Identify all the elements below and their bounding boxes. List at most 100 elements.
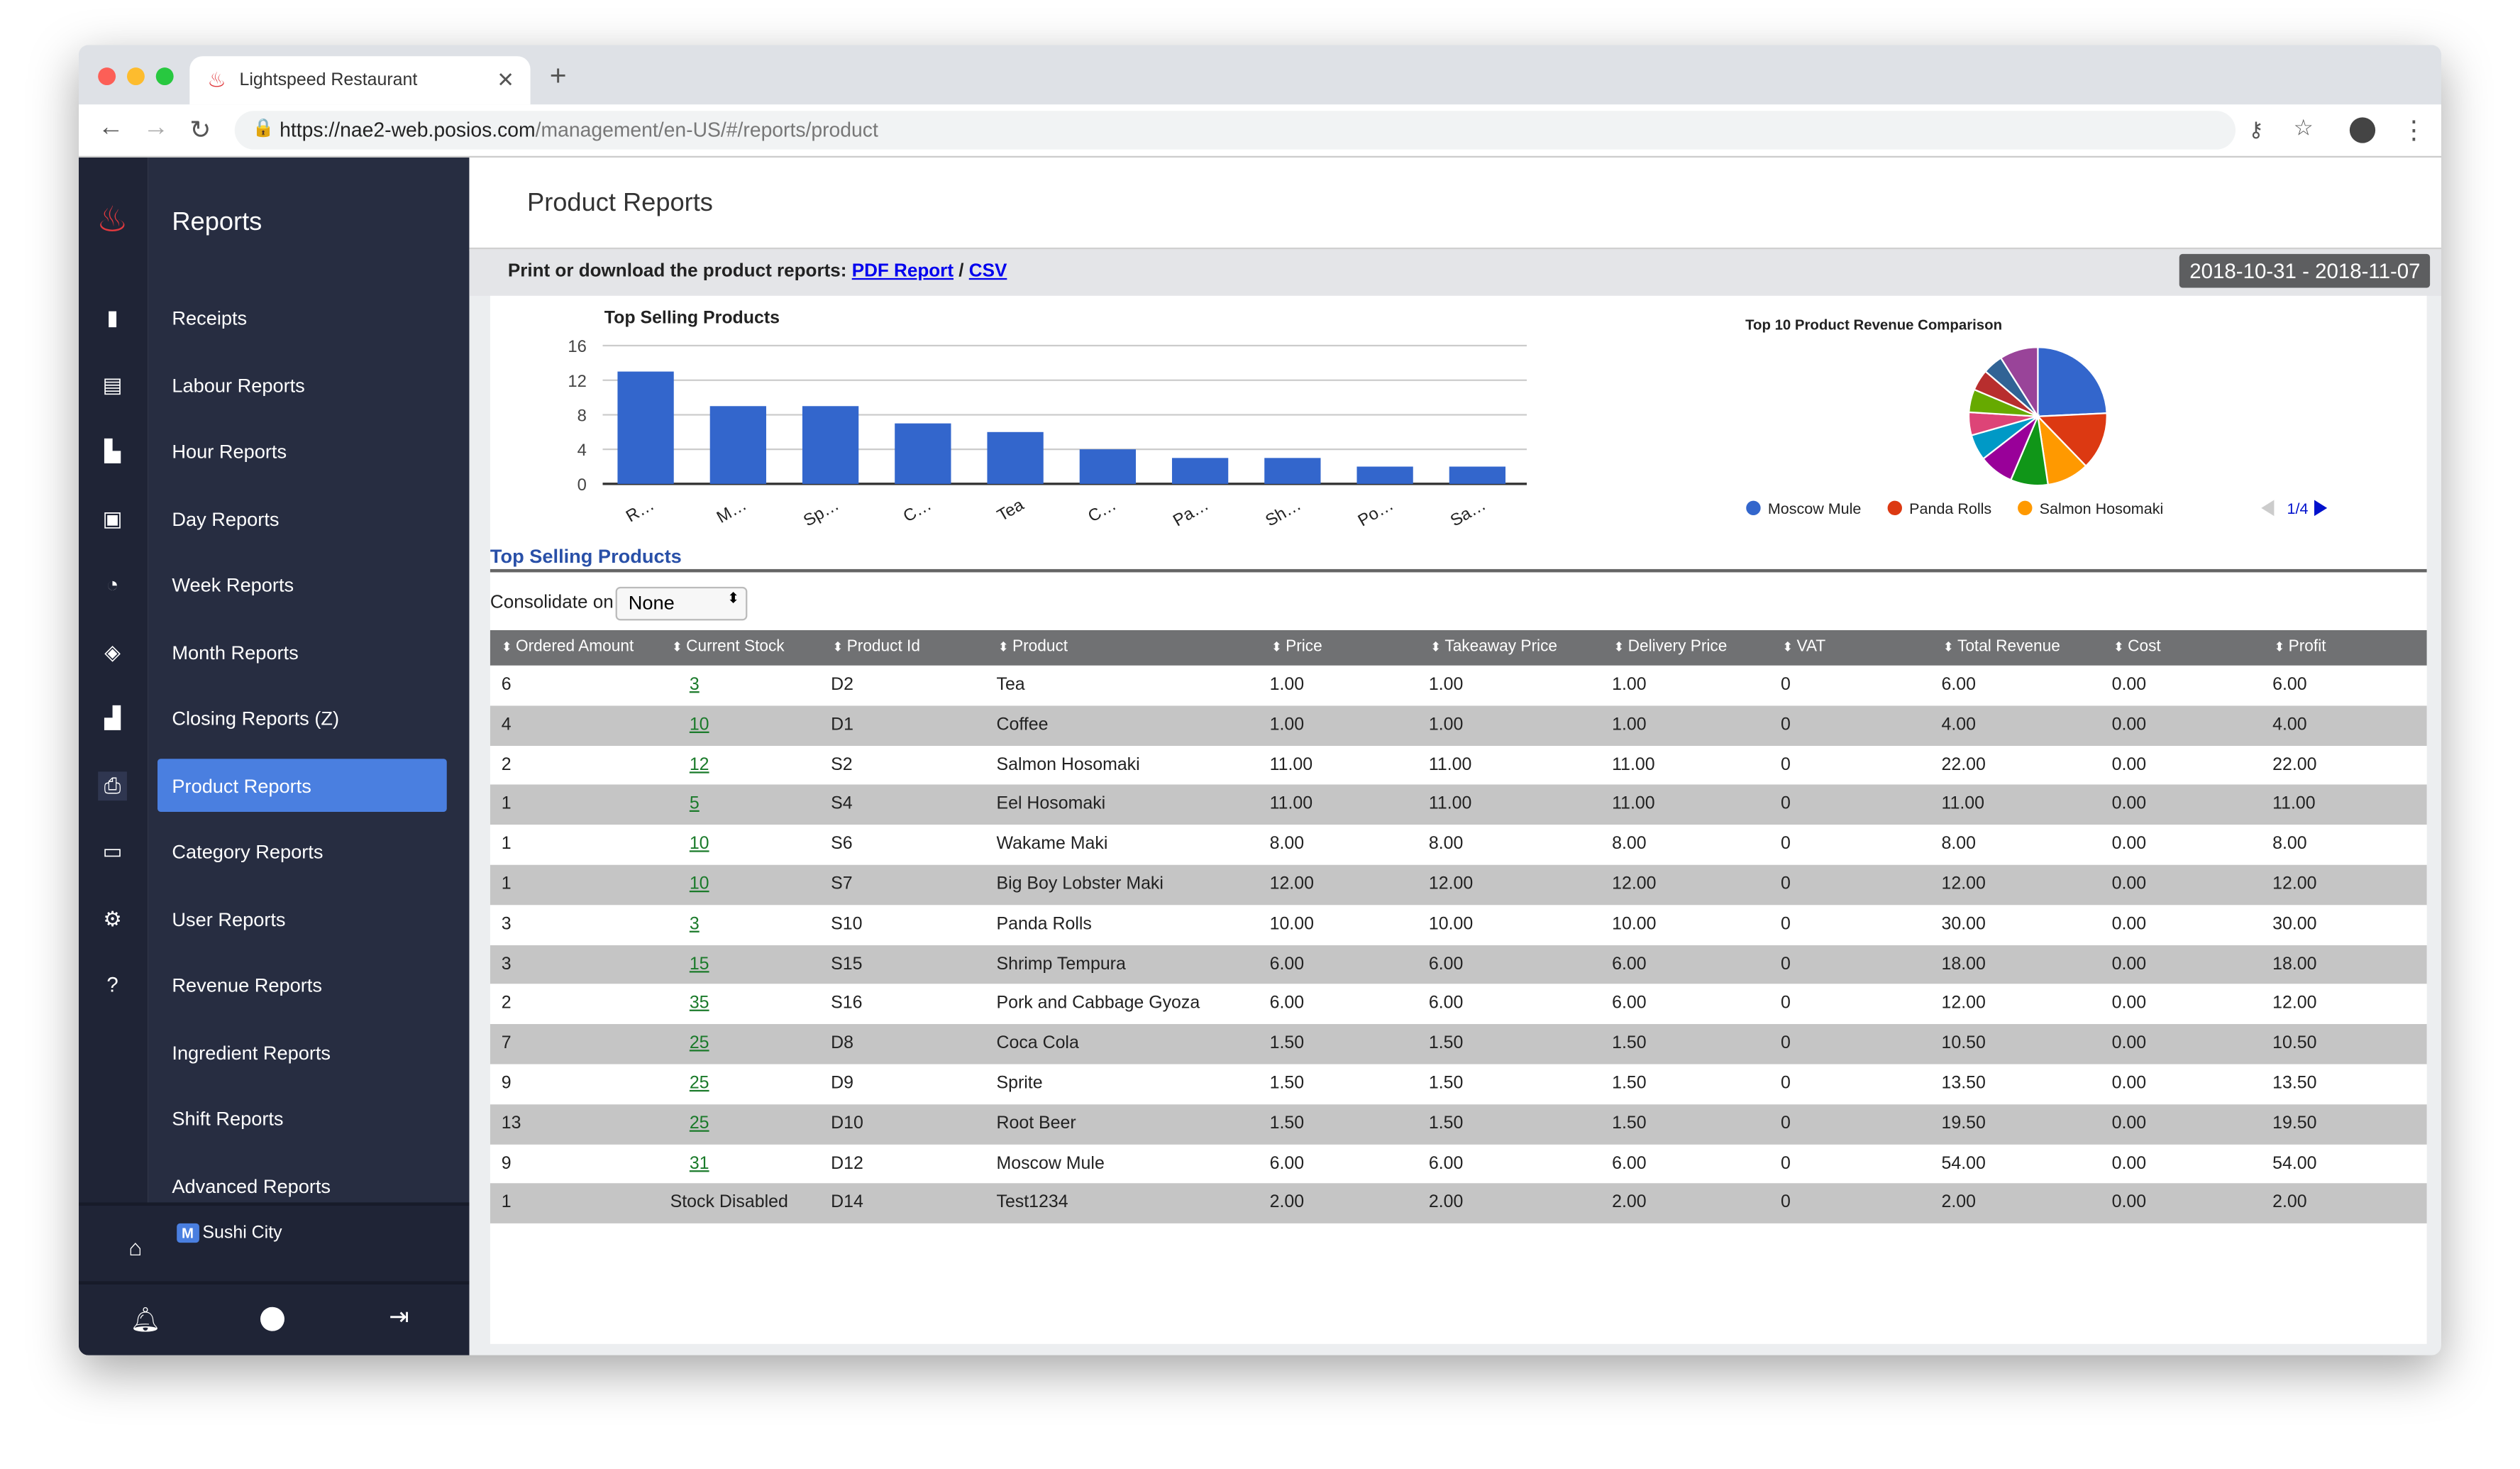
menu-dots-icon[interactable]: ⋮ [2401, 114, 2426, 146]
current-stock-link[interactable]: 10 [690, 825, 709, 866]
back-icon[interactable]: ← [98, 114, 123, 143]
table-row[interactable]: 2 35 S16 Pork and Cabbage Gyoza 6.00 6.00 6.00… [490, 984, 2427, 1025]
profile-avatar[interactable] [2349, 117, 2376, 143]
current-stock-link[interactable]: 5 [690, 785, 700, 825]
consolidate-select[interactable]: None ⬍ [615, 586, 748, 621]
sidebar-item-labour-reports[interactable]: Labour Reports [158, 358, 447, 411]
sidebar-item-user-reports[interactable]: User Reports [158, 891, 447, 945]
column-header[interactable]: ⬍ Ordered Amount [502, 630, 634, 666]
table-row[interactable]: 1 10 S6 Wakame Maki 8.00 8.00 8.00 0 8.00 0.00 8.0… [490, 825, 2427, 865]
table-cell: 2 [501, 754, 512, 774]
id-card-icon[interactable]: ▣ [98, 504, 127, 533]
sidebar-item-ingredient-reports[interactable]: Ingredient Reports [158, 1025, 447, 1078]
column-header[interactable]: ⬍ Takeaway Price [1430, 630, 1557, 666]
table-row[interactable]: 1 10 S7 Big Boy Lobster Maki 12.00 12.00 12.00… [490, 864, 2427, 906]
table-row[interactable]: 1 5 S4 Eel Hosomaki 11.00 11.00 11.00 0 11.00 0.0… [490, 785, 2427, 825]
current-stock-link[interactable]: 35 [690, 984, 709, 1025]
current-stock-link[interactable]: 3 [690, 666, 700, 706]
current-stock-link[interactable]: 25 [690, 1024, 709, 1064]
sort-icon[interactable]: ⬍ [832, 640, 846, 654]
printer-icon[interactable]: ⎙ [98, 771, 127, 800]
date-range-badge[interactable]: 2018-10-31 - 2018-11-07 [2179, 253, 2431, 288]
sidebar-item-week-reports[interactable]: Week Reports [158, 558, 447, 611]
sidebar-item-revenue-reports[interactable]: Revenue Reports [158, 958, 447, 1011]
sidebar-item-hour-reports[interactable]: Hour Reports [158, 424, 447, 478]
browser-tab[interactable]: ♨ Lightspeed Restaurant ✕ [189, 56, 531, 105]
sidebar-item-day-reports[interactable]: Day Reports [158, 491, 447, 544]
column-header[interactable]: ⬍ Product Id [832, 630, 920, 666]
minimize-window-button[interactable] [126, 67, 145, 86]
current-stock-link[interactable]: Stock Disabled [670, 1184, 788, 1224]
pie-icon[interactable]: ◔ [98, 571, 127, 600]
table-row[interactable]: 3 15 S15 Shrimp Tempura 6.00 6.00 6.00 0 18.00 0.… [490, 945, 2427, 985]
current-stock-link[interactable]: 3 [690, 905, 700, 945]
pdf-report-link[interactable]: PDF Report [852, 262, 954, 281]
table-row[interactable]: 9 31 D12 Moscow Mule 6.00 6.00 6.00 0 54.00 0.00 5… [490, 1143, 2427, 1184]
store-name[interactable]: Sushi City [202, 1223, 282, 1243]
current-stock-link[interactable]: 15 [690, 945, 709, 985]
sidebar-item-closing-reports-z[interactable]: Closing Reports (Z) [158, 691, 447, 744]
reload-icon[interactable]: ↻ [189, 114, 211, 146]
sort-icon[interactable]: ⬍ [1613, 640, 1628, 654]
current-stock-link[interactable]: 10 [690, 865, 709, 906]
maximize-window-button[interactable] [155, 67, 174, 86]
column-header[interactable]: ⬍ Current Stock [672, 630, 785, 666]
close-tab-icon[interactable]: ✕ [497, 67, 514, 93]
csv-link[interactable]: CSV [969, 262, 1007, 281]
url-input[interactable]: 🔒 https://nae2-web.posios.com/management… [234, 111, 2236, 150]
sort-icon[interactable]: ⬍ [1430, 640, 1444, 654]
sidebar-item-product-reports[interactable]: Product Reports [157, 758, 447, 811]
table-cell: 11.00 [1612, 794, 1655, 815]
table-row[interactable]: 9 25 D9 Sprite 1.50 1.50 1.50 0 13.50 0.00 13.50 [490, 1064, 2427, 1104]
help-icon[interactable]: ? [98, 971, 127, 1000]
table-row[interactable]: 3 3 S10 Panda Rolls 10.00 10.00 10.00 0 30.00 0.0… [490, 904, 2427, 945]
new-tab-button[interactable]: + [550, 60, 567, 94]
current-stock-link[interactable]: 25 [690, 1104, 709, 1145]
column-header[interactable]: ⬍ Profit [2274, 630, 2326, 666]
sidebar-item-shift-reports[interactable]: Shift Reports [158, 1091, 447, 1145]
column-header[interactable]: ⬍ Delivery Price [1613, 630, 1727, 666]
column-header[interactable]: ⬍ Product [998, 630, 1068, 666]
current-stock-link[interactable]: 12 [690, 745, 709, 786]
user-account-icon[interactable] [260, 1306, 284, 1331]
column-header[interactable]: ⬍ Price [1271, 630, 1322, 666]
close-window-button[interactable] [98, 67, 116, 86]
current-stock-link[interactable]: 31 [690, 1144, 709, 1184]
gear-icon[interactable]: ⚙ [98, 904, 127, 933]
sort-icon[interactable]: ⬍ [1782, 640, 1796, 654]
column-header[interactable]: ⬍ Cost [2113, 630, 2161, 666]
register-icon[interactable]: ▟ [98, 704, 127, 733]
bar-chart-icon[interactable]: ▮ [98, 304, 127, 333]
table-cell: 6.00 [1612, 994, 1647, 1014]
table-cell: 1.00 [1428, 715, 1464, 734]
sort-icon[interactable]: ⬍ [2113, 640, 2128, 654]
bell-icon[interactable]: 🔔︎ [130, 1305, 160, 1335]
table-row[interactable]: 2 12 S2 Salmon Hosomaki 11.00 11.00 11.00 0 22.0… [490, 745, 2427, 786]
star-icon[interactable]: ☆ [2294, 114, 2314, 142]
table-row[interactable]: 4 10 D1 Coffee 1.00 1.00 1.00 0 4.00 0.00 4.00 [490, 705, 2427, 746]
building-icon[interactable]: ▙ [98, 437, 127, 466]
sort-icon[interactable]: ⬍ [1271, 640, 1286, 654]
sort-icon[interactable]: ⬍ [2274, 640, 2288, 654]
clipboard-icon[interactable]: ▤ [98, 370, 127, 400]
layers-icon[interactable]: ◈ [98, 637, 127, 666]
table-row[interactable]: 6 3 D2 Tea 1.00 1.00 1.00 0 6.00 0.00 6.00 [490, 665, 2427, 706]
table-row[interactable]: 1 Stock Disabled D14 Test1234 2.00 2.00 2.00 0 2… [490, 1184, 2427, 1224]
sidebar-item-category-reports[interactable]: Category Reports [158, 825, 447, 878]
forward-icon[interactable]: → [143, 114, 169, 143]
column-header[interactable]: ⬍ VAT [1782, 630, 1825, 666]
sort-icon[interactable]: ⬍ [998, 640, 1012, 654]
sort-icon[interactable]: ⬍ [1943, 640, 1957, 654]
logout-icon[interactable]: ⇥ [389, 1302, 409, 1331]
table-row[interactable]: 7 25 D8 Coca Cola 1.50 1.50 1.50 0 10.50 0.00 10.5… [490, 1024, 2427, 1064]
key-icon[interactable]: ⚷ [2248, 117, 2264, 143]
sidebar-item-receipts[interactable]: Receipts [158, 291, 447, 344]
current-stock-link[interactable]: 25 [690, 1064, 709, 1105]
current-stock-link[interactable]: 10 [690, 705, 709, 746]
table-row[interactable]: 13 25 D10 Root Beer 1.50 1.50 1.50 0 19.50 0.00 19… [490, 1104, 2427, 1144]
sort-icon[interactable]: ⬍ [502, 640, 516, 654]
column-header[interactable]: ⬍ Total Revenue [1943, 630, 2060, 666]
sidebar-item-month-reports[interactable]: Month Reports [158, 625, 447, 678]
sort-icon[interactable]: ⬍ [672, 640, 686, 654]
cards-icon[interactable]: ▭ [98, 837, 127, 866]
